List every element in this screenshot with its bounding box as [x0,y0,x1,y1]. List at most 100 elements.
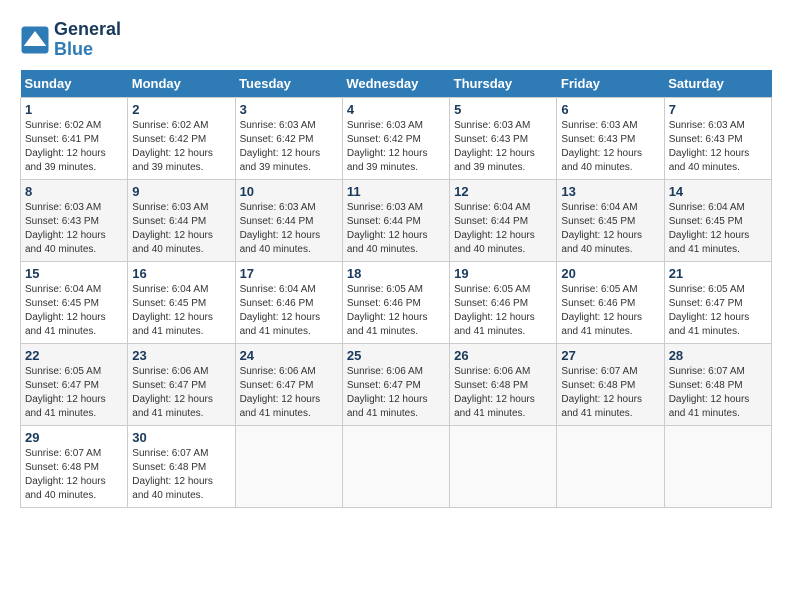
day-number: 11 [347,184,445,199]
calendar-cell: 6 Sunrise: 6:03 AM Sunset: 6:43 PM Daylig… [557,97,664,179]
weekday-header-thursday: Thursday [450,70,557,98]
calendar-table: SundayMondayTuesdayWednesdayThursdayFrid… [20,70,772,508]
day-info: Sunrise: 6:05 AM Sunset: 6:47 PM Dayligh… [25,365,123,421]
calendar-cell: 18 Sunrise: 6:05 AM Sunset: 6:46 PM Dayli… [342,261,449,343]
day-number: 25 [347,348,445,363]
calendar-cell: 10 Sunrise: 6:03 AM Sunset: 6:44 PM Dayli… [235,179,342,261]
calendar-header: SundayMondayTuesdayWednesdayThursdayFrid… [21,70,772,98]
day-info: Sunrise: 6:04 AM Sunset: 6:44 PM Dayligh… [454,201,552,257]
day-info: Sunrise: 6:05 AM Sunset: 6:46 PM Dayligh… [347,283,445,339]
weekday-header-row: SundayMondayTuesdayWednesdayThursdayFrid… [21,70,772,98]
day-number: 6 [561,102,659,117]
day-info: Sunrise: 6:04 AM Sunset: 6:45 PM Dayligh… [25,283,123,339]
weekday-header-wednesday: Wednesday [342,70,449,98]
day-info: Sunrise: 6:03 AM Sunset: 6:43 PM Dayligh… [561,119,659,175]
logo: GeneralBlue [20,20,121,60]
calendar-cell [342,425,449,507]
day-number: 1 [25,102,123,117]
calendar-cell [235,425,342,507]
day-info: Sunrise: 6:07 AM Sunset: 6:48 PM Dayligh… [132,447,230,503]
calendar-week-row: 22 Sunrise: 6:05 AM Sunset: 6:47 PM Dayli… [21,343,772,425]
day-info: Sunrise: 6:02 AM Sunset: 6:42 PM Dayligh… [132,119,230,175]
day-info: Sunrise: 6:05 AM Sunset: 6:46 PM Dayligh… [561,283,659,339]
day-number: 15 [25,266,123,281]
calendar-cell: 13Sunrise: 6:04 AM Sunset: 6:45 PM Dayli… [557,179,664,261]
calendar-cell [450,425,557,507]
header: GeneralBlue [20,20,772,60]
day-number: 22 [25,348,123,363]
logo-icon [20,25,50,55]
day-number: 19 [454,266,552,281]
calendar-cell: 25 Sunrise: 6:06 AM Sunset: 6:47 PM Dayli… [342,343,449,425]
day-info: Sunrise: 6:03 AM Sunset: 6:44 PM Dayligh… [347,201,445,257]
calendar-cell: 21 Sunrise: 6:05 AM Sunset: 6:47 PM Dayli… [664,261,771,343]
day-number: 4 [347,102,445,117]
calendar-cell [557,425,664,507]
day-info: Sunrise: 6:07 AM Sunset: 6:48 PM Dayligh… [25,447,123,503]
day-info: Sunrise: 6:05 AM Sunset: 6:47 PM Dayligh… [669,283,767,339]
weekday-header-saturday: Saturday [664,70,771,98]
calendar-cell: 15 Sunrise: 6:04 AM Sunset: 6:45 PM Dayli… [21,261,128,343]
day-info: Sunrise: 6:07 AM Sunset: 6:48 PM Dayligh… [669,365,767,421]
day-number: 28 [669,348,767,363]
day-info: Sunrise: 6:03 AM Sunset: 6:43 PM Dayligh… [25,201,123,257]
day-info: Sunrise: 6:04 AM Sunset: 6:45 PM Dayligh… [561,201,659,257]
calendar-cell: 2 Sunrise: 6:02 AM Sunset: 6:42 PM Daylig… [128,97,235,179]
day-number: 12 [454,184,552,199]
calendar-cell: 3Sunrise: 6:03 AM Sunset: 6:42 PM Daylig… [235,97,342,179]
weekday-header-monday: Monday [128,70,235,98]
calendar-week-row: 8 Sunrise: 6:03 AM Sunset: 6:43 PM Daylig… [21,179,772,261]
calendar-cell: 27 Sunrise: 6:07 AM Sunset: 6:48 PM Dayli… [557,343,664,425]
calendar-cell: 28 Sunrise: 6:07 AM Sunset: 6:48 PM Dayli… [664,343,771,425]
day-number: 3 [240,102,338,117]
day-info: Sunrise: 6:04 AM Sunset: 6:45 PM Dayligh… [669,201,767,257]
day-info: Sunrise: 6:05 AM Sunset: 6:46 PM Dayligh… [454,283,552,339]
day-info: Sunrise: 6:03 AM Sunset: 6:43 PM Dayligh… [454,119,552,175]
day-info: Sunrise: 6:06 AM Sunset: 6:47 PM Dayligh… [347,365,445,421]
day-info: Sunrise: 6:03 AM Sunset: 6:42 PM Dayligh… [347,119,445,175]
day-number: 10 [240,184,338,199]
calendar-cell: 24 Sunrise: 6:06 AM Sunset: 6:47 PM Dayli… [235,343,342,425]
day-number: 2 [132,102,230,117]
day-info: Sunrise: 6:03 AM Sunset: 6:44 PM Dayligh… [132,201,230,257]
weekday-header-tuesday: Tuesday [235,70,342,98]
day-number: 16 [132,266,230,281]
day-number: 9 [132,184,230,199]
day-info: Sunrise: 6:02 AM Sunset: 6:41 PM Dayligh… [25,119,123,175]
day-number: 14 [669,184,767,199]
day-number: 21 [669,266,767,281]
calendar-body: 1 Sunrise: 6:02 AM Sunset: 6:41 PM Daylig… [21,97,772,507]
day-number: 23 [132,348,230,363]
day-info: Sunrise: 6:06 AM Sunset: 6:48 PM Dayligh… [454,365,552,421]
calendar-cell: 7 Sunrise: 6:03 AM Sunset: 6:43 PM Daylig… [664,97,771,179]
day-number: 26 [454,348,552,363]
day-info: Sunrise: 6:04 AM Sunset: 6:45 PM Dayligh… [132,283,230,339]
calendar-cell: 19 Sunrise: 6:05 AM Sunset: 6:46 PM Dayli… [450,261,557,343]
calendar-cell: 16 Sunrise: 6:04 AM Sunset: 6:45 PM Dayli… [128,261,235,343]
calendar-cell: 20Sunrise: 6:05 AM Sunset: 6:46 PM Dayli… [557,261,664,343]
calendar-cell: 9 Sunrise: 6:03 AM Sunset: 6:44 PM Daylig… [128,179,235,261]
calendar-cell: 23Sunrise: 6:06 AM Sunset: 6:47 PM Dayli… [128,343,235,425]
day-info: Sunrise: 6:03 AM Sunset: 6:44 PM Dayligh… [240,201,338,257]
calendar-cell [664,425,771,507]
weekday-header-sunday: Sunday [21,70,128,98]
day-number: 24 [240,348,338,363]
calendar-cell: 5Sunrise: 6:03 AM Sunset: 6:43 PM Daylig… [450,97,557,179]
day-info: Sunrise: 6:06 AM Sunset: 6:47 PM Dayligh… [240,365,338,421]
day-number: 27 [561,348,659,363]
day-number: 17 [240,266,338,281]
day-number: 8 [25,184,123,199]
calendar-cell: 12 Sunrise: 6:04 AM Sunset: 6:44 PM Dayli… [450,179,557,261]
day-info: Sunrise: 6:03 AM Sunset: 6:43 PM Dayligh… [669,119,767,175]
day-number: 29 [25,430,123,445]
calendar-cell: 1 Sunrise: 6:02 AM Sunset: 6:41 PM Daylig… [21,97,128,179]
calendar-cell: 30 Sunrise: 6:07 AM Sunset: 6:48 PM Dayli… [128,425,235,507]
calendar-cell: 22 Sunrise: 6:05 AM Sunset: 6:47 PM Dayli… [21,343,128,425]
calendar-cell: 29 Sunrise: 6:07 AM Sunset: 6:48 PM Dayli… [21,425,128,507]
day-number: 7 [669,102,767,117]
day-number: 18 [347,266,445,281]
calendar-cell: 14 Sunrise: 6:04 AM Sunset: 6:45 PM Dayli… [664,179,771,261]
calendar-week-row: 29 Sunrise: 6:07 AM Sunset: 6:48 PM Dayli… [21,425,772,507]
day-number: 30 [132,430,230,445]
day-info: Sunrise: 6:07 AM Sunset: 6:48 PM Dayligh… [561,365,659,421]
